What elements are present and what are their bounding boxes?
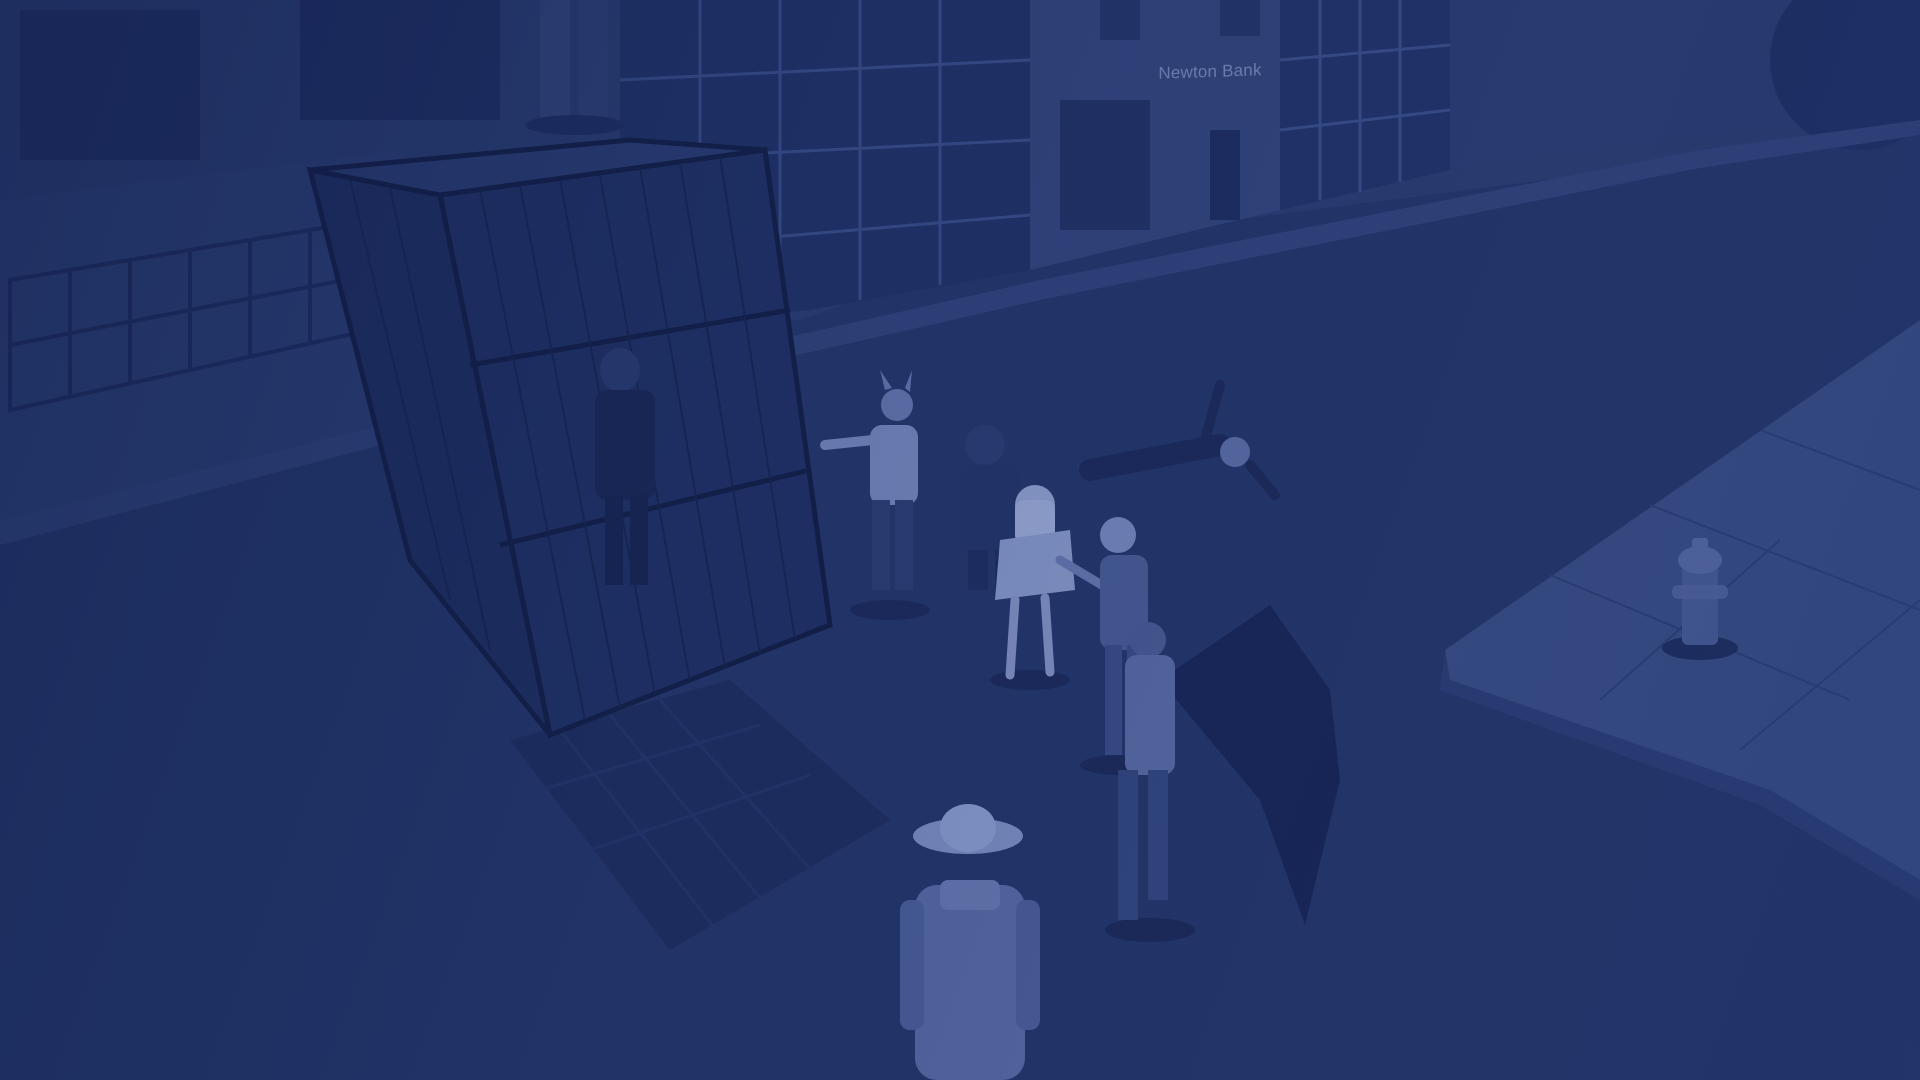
game-viewport[interactable]: Newton Bank [0, 0, 1920, 1080]
city-street-scene [0, 0, 1920, 1080]
